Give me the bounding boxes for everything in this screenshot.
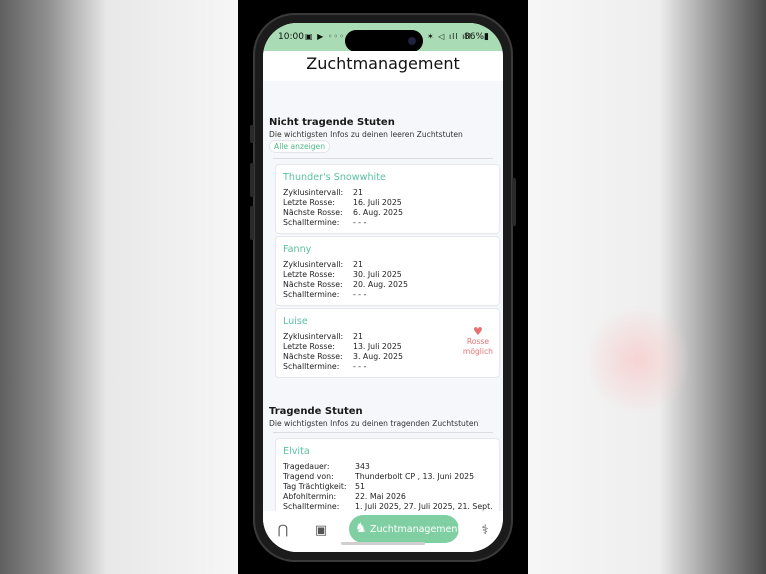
last-heat-label: Letzte Rosse: bbox=[283, 342, 335, 351]
scan-dates-label: Schalltermine: bbox=[283, 218, 340, 227]
heart-icon: ♥ bbox=[473, 325, 483, 338]
next-heat-label: Nächste Rosse: bbox=[283, 280, 343, 289]
next-heat-value: 20. Aug. 2025 bbox=[353, 280, 408, 289]
mare-name[interactable]: Elvita bbox=[283, 446, 310, 457]
mare-details: Zyklusintervall: 21 Letzte Rosse: 16. Juli… bbox=[283, 188, 403, 228]
hint-line-2: möglich bbox=[462, 347, 493, 356]
mare-card[interactable]: Elvita Tragedauer: 343 Tragend von: Thunde… bbox=[275, 438, 500, 511]
cycle-value: 21 bbox=[353, 188, 363, 197]
camera-icon bbox=[408, 37, 416, 45]
home-indicator[interactable] bbox=[341, 542, 425, 545]
section-title-empty-mares: Nicht tragende Stuten bbox=[269, 117, 395, 128]
sire-value: Thunderbolt CP , 13. Juni 2025 bbox=[355, 472, 475, 481]
mare-details: Zyklusintervall: 21 Letzte Rosse: 13. Juli… bbox=[283, 332, 403, 372]
background-right bbox=[528, 0, 766, 574]
last-heat-value: 16. Juli 2025 bbox=[353, 198, 402, 207]
mare-card[interactable]: Fanny Zyklusintervall: 21 Letzte Rosse: 30… bbox=[275, 236, 500, 306]
status-time: 10:00 bbox=[278, 32, 304, 42]
cycle-value: 21 bbox=[353, 332, 363, 341]
mare-card[interactable]: Luise Zyklusintervall: 21 Letzte Rosse: 13… bbox=[275, 308, 500, 378]
horse-icon: ♞ bbox=[355, 521, 367, 536]
tab-label: Zuchtmanagement bbox=[370, 524, 462, 535]
foaling-date-value: 22. Mai 2026 bbox=[355, 492, 406, 501]
status-bar: 10:00 ▣ ▶ ◦◦◦ ✶ ◁ ıll ıll 86%▮ bbox=[263, 23, 503, 52]
pregnancy-day-value: 51 bbox=[355, 482, 365, 491]
scan-dates-label: Schalltermine: bbox=[283, 362, 340, 371]
background-blur-spot bbox=[588, 300, 688, 420]
cycle-value: 21 bbox=[353, 260, 363, 269]
mare-name[interactable]: Luise bbox=[283, 316, 308, 327]
horseshoe-icon[interactable]: ⋂ bbox=[274, 523, 292, 538]
dynamic-island bbox=[345, 30, 423, 52]
mare-card[interactable]: Thunder's Snowwhite Zyklusintervall: 21 L… bbox=[275, 164, 500, 234]
pregnancy-day-label: Tag Trächtigkeit: bbox=[283, 482, 347, 491]
tab-breeding-management[interactable]: ♞ Zuchtmanagement bbox=[349, 515, 462, 543]
heat-possible-hint: ♥ Rosse möglich bbox=[462, 325, 493, 357]
sire-label: Tragend von: bbox=[283, 472, 334, 481]
section-subtitle-pregnant-mares: Die wichtigsten Infos zu deinen tragende… bbox=[269, 419, 479, 428]
foaling-date-label: Abfohltermin: bbox=[283, 492, 337, 501]
scan-dates-label: Schalltermine: bbox=[283, 502, 340, 511]
mare-details: Tragedauer: 343 Tragend von: Thunderbolt C… bbox=[283, 462, 493, 511]
battery-indicator: 86%▮ bbox=[464, 32, 489, 42]
notification-icons: ▣ ▶ ◦◦◦ bbox=[305, 32, 345, 41]
page-title: Zuchtmanagement bbox=[263, 51, 503, 81]
next-heat-label: Nächste Rosse: bbox=[283, 208, 343, 217]
last-heat-value: 30. Juli 2025 bbox=[353, 270, 402, 279]
phone-screen: 10:00 ▣ ▶ ◦◦◦ ✶ ◁ ıll ıll 86%▮ Zuchtmana… bbox=[263, 23, 503, 552]
section-title-pregnant-mares: Tragende Stuten bbox=[269, 406, 363, 417]
volume-down-button bbox=[250, 206, 254, 240]
pregnancy-duration-value: 343 bbox=[355, 462, 370, 471]
mare-name[interactable]: Fanny bbox=[283, 244, 311, 255]
scan-dates-value: - - - bbox=[353, 218, 367, 227]
next-heat-value: 6. Aug. 2025 bbox=[353, 208, 403, 217]
last-heat-label: Letzte Rosse: bbox=[283, 198, 335, 207]
scan-dates-value: 1. Juli 2025, 27. Juli 2025, 21. Sept. bbox=[355, 502, 493, 511]
phone-stage: 10:00 ▣ ▶ ◦◦◦ ✶ ◁ ıll ıll 86%▮ Zuchtmana… bbox=[238, 0, 528, 574]
divider bbox=[273, 158, 493, 159]
action-button bbox=[250, 125, 254, 143]
scan-dates-value: - - - bbox=[353, 362, 367, 371]
calendar-icon[interactable]: ▣ bbox=[312, 523, 330, 538]
power-button bbox=[512, 178, 516, 226]
show-all-button[interactable]: Alle anzeigen bbox=[269, 140, 331, 153]
mare-details: Zyklusintervall: 21 Letzte Rosse: 30. Juli… bbox=[283, 260, 408, 300]
background-left bbox=[0, 0, 238, 574]
main-content[interactable]: Nicht tragende Stuten Die wichtigsten In… bbox=[263, 81, 503, 511]
last-heat-value: 13. Juli 2025 bbox=[353, 342, 402, 351]
hint-line-1: Rosse bbox=[466, 337, 490, 346]
medication-icon[interactable]: ⚕ bbox=[476, 523, 494, 538]
mare-name[interactable]: Thunder's Snowwhite bbox=[283, 172, 386, 183]
section-subtitle-empty-mares: Die wichtigsten Infos zu deinen leeren Z… bbox=[269, 130, 463, 139]
next-heat-label: Nächste Rosse: bbox=[283, 352, 343, 361]
scan-dates-label: Schalltermine: bbox=[283, 290, 340, 299]
cycle-label: Zyklusintervall: bbox=[283, 260, 344, 269]
phone-frame: 10:00 ▣ ▶ ◦◦◦ ✶ ◁ ıll ıll 86%▮ Zuchtmana… bbox=[250, 13, 516, 562]
cycle-label: Zyklusintervall: bbox=[283, 332, 344, 341]
volume-up-button bbox=[250, 163, 254, 197]
next-heat-value: 3. Aug. 2025 bbox=[353, 352, 403, 361]
divider bbox=[273, 432, 493, 433]
pregnancy-duration-label: Tragedauer: bbox=[283, 462, 330, 471]
scan-dates-value: - - - bbox=[353, 290, 367, 299]
cycle-label: Zyklusintervall: bbox=[283, 188, 344, 197]
last-heat-label: Letzte Rosse: bbox=[283, 270, 335, 279]
bottom-navigation: ⋂ ▣ ♞ Zuchtmanagement ⚕ bbox=[263, 511, 503, 552]
